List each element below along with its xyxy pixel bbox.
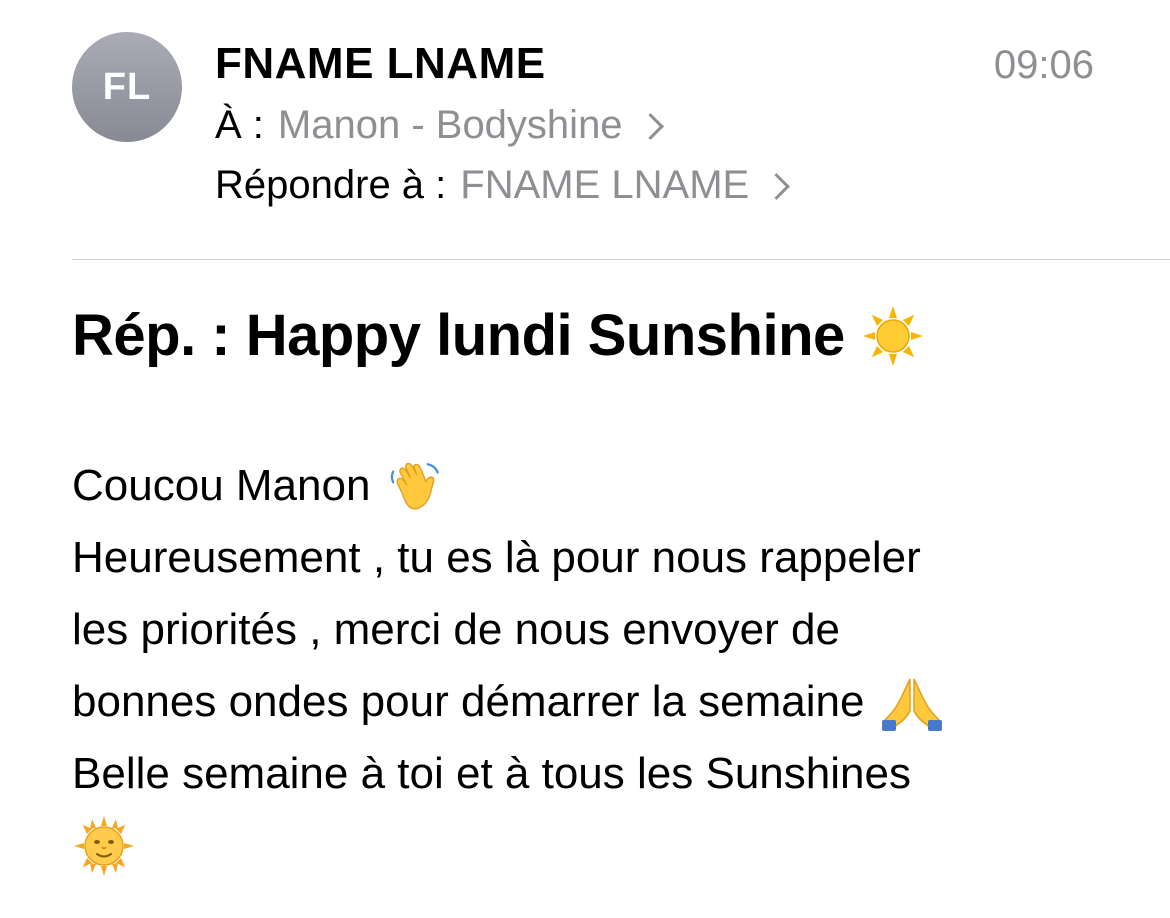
email-body: Coucou Manon Heureusement , tu es là pou… xyxy=(72,450,1122,882)
sender-name[interactable]: FNAME LNAME xyxy=(215,38,546,90)
recipient-label: À : xyxy=(215,103,264,147)
chevron-right-icon[interactable] xyxy=(636,112,664,140)
body-line: Coucou Manon xyxy=(72,450,1122,522)
divider xyxy=(72,259,1170,260)
body-line: Belle semaine à toi et à tous les Sunshi… xyxy=(72,738,1122,810)
sun-icon xyxy=(861,304,925,368)
body-line-text: bonnes ondes pour démarrer la semaine xyxy=(72,677,865,726)
folded-hands-icon xyxy=(880,673,944,731)
body-line xyxy=(72,810,1122,882)
body-line: les priorités , merci de nous envoyer de xyxy=(72,594,1122,666)
body-line-text: Belle semaine à toi et à tous les Sunshi… xyxy=(72,749,911,798)
body-line-text: les priorités , merci de nous envoyer de xyxy=(72,605,840,654)
recipient-row: À : Manon - Bodyshine xyxy=(215,100,664,150)
body-line-text: Coucou Manon xyxy=(72,461,371,510)
reply-to-value[interactable]: FNAME LNAME xyxy=(460,160,749,210)
waving-hand-icon xyxy=(386,457,444,515)
chevron-right-icon[interactable] xyxy=(763,172,791,200)
body-line: bonnes ondes pour démarrer la semaine xyxy=(72,666,1122,738)
reply-to-label: Répondre à : xyxy=(215,163,447,207)
email-header: FL FNAME LNAME 09:06 À : Manon - Bodyshi… xyxy=(0,0,1170,260)
body-line-text: Heureusement , tu es là pour nous rappel… xyxy=(72,533,921,582)
email-subject: Rép. : Happy lundi Sunshine xyxy=(72,303,845,368)
avatar-initials: FL xyxy=(102,65,152,108)
body-line: Heureusement , tu es là pour nous rappel… xyxy=(72,522,1122,594)
avatar[interactable]: FL xyxy=(72,32,182,142)
sun-with-face-icon xyxy=(72,814,136,878)
recipient-value[interactable]: Manon - Bodyshine xyxy=(278,100,623,150)
subject-line: Rép. : Happy lundi Sunshine xyxy=(72,300,925,372)
reply-to-row: Répondre à : FNAME LNAME xyxy=(215,160,791,210)
timestamp: 09:06 xyxy=(993,43,1094,87)
